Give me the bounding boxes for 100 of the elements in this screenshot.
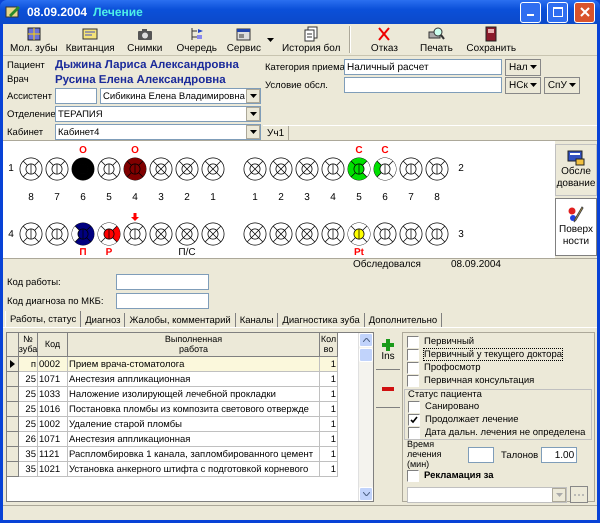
pins-pencil-icon	[567, 206, 585, 224]
tooth-drawing[interactable]	[123, 156, 147, 182]
close-button[interactable]	[574, 2, 595, 22]
tooth-drawing[interactable]	[97, 221, 121, 247]
dropdown-button[interactable]: Нал	[505, 58, 541, 76]
table-cell: 25	[19, 372, 38, 387]
tooth-drawing[interactable]	[425, 221, 449, 247]
tooth-drawing[interactable]	[149, 156, 173, 182]
field-label: Врач	[7, 74, 30, 86]
dropdown-button[interactable]: НСк	[505, 76, 541, 94]
tooth-drawing[interactable]	[97, 156, 121, 182]
tooth-drawing[interactable]	[243, 221, 267, 247]
checkbox[interactable]	[407, 470, 419, 482]
tooth-drawing[interactable]	[45, 221, 69, 247]
side-button[interactable]: Поверх ности	[555, 198, 597, 256]
tab[interactable]: Работы, статус	[5, 311, 82, 327]
checkbox[interactable]	[407, 374, 419, 386]
quadrant-label: 3	[457, 228, 465, 240]
dropdown-button[interactable]: СпУ	[544, 76, 580, 94]
checkbox-label[interactable]: Первичный у текущего доктора	[423, 348, 564, 361]
tooth-drawing[interactable]	[399, 221, 423, 247]
checkbox[interactable]	[408, 426, 420, 438]
field-label: Время лечения (мин)	[407, 440, 443, 470]
checkbox-label[interactable]: Первичная консультация	[423, 374, 536, 387]
toolbar-button[interactable]: Сервис	[222, 24, 277, 55]
checkbox-label[interactable]: Профосмотр	[423, 361, 482, 374]
toolbar-button[interactable]: Снимки	[118, 24, 170, 55]
department-dropdown[interactable]: ТЕРАПИЯ	[55, 106, 261, 122]
checkbox[interactable]	[408, 414, 420, 426]
tooth-drawing[interactable]	[295, 221, 319, 247]
tooth-drawing[interactable]	[321, 221, 345, 247]
group-title: Статус пациента	[408, 389, 483, 400]
tooth-drawing[interactable]	[269, 156, 293, 182]
checkbox-label[interactable]: Санировано	[424, 400, 480, 413]
toolbar-button[interactable]: Печать	[409, 24, 462, 55]
toolbar-button[interactable]: Очередь	[170, 24, 222, 55]
minimize-button[interactable]	[520, 2, 541, 22]
grid-icon	[24, 26, 43, 42]
assistant-dropdown[interactable]: Сибикина Елена Владимировна	[100, 88, 261, 104]
checkbox-label[interactable]: Продолжает лечение	[424, 413, 520, 426]
tooth-drawing[interactable]	[373, 156, 397, 182]
table-cell: Распломбировка 1 канала, запломбированного цемент	[68, 447, 320, 462]
tooth-drawing[interactable]	[373, 221, 397, 247]
checkbox-label[interactable]: Дата дальн. лечения не определена	[424, 426, 586, 439]
input-field[interactable]	[468, 447, 494, 463]
tooth-number: 8	[434, 192, 440, 203]
tooth-drawing[interactable]	[295, 156, 319, 182]
tooth-drawing[interactable]	[45, 156, 69, 182]
tooth-drawing[interactable]	[321, 156, 345, 182]
scroll-down-icon[interactable]	[362, 492, 370, 496]
tooth-number: 4	[330, 192, 336, 203]
scroll-up-icon[interactable]	[362, 338, 370, 342]
tooth-drawing[interactable]	[19, 156, 43, 182]
row-selector[interactable]	[7, 357, 19, 372]
tooth-drawing[interactable]	[175, 156, 199, 182]
tooth-drawing[interactable]	[243, 156, 267, 182]
browse-button[interactable]	[570, 486, 588, 503]
toolbar-button[interactable]: Квитанция	[60, 24, 118, 55]
tooth-drawing[interactable]	[201, 156, 225, 182]
talons-field[interactable]: 1.00	[541, 447, 578, 463]
side-button[interactable]: Обсле дование	[555, 144, 597, 196]
toolbar-button[interactable]: Отказ	[357, 24, 410, 55]
checkbox[interactable]	[408, 400, 420, 412]
tooth-drawing[interactable]	[425, 156, 449, 182]
toolbar-button[interactable]: Мол. зубы	[5, 24, 61, 55]
cabinet-dropdown[interactable]: Кабинет4	[55, 124, 261, 140]
tooth-drawing[interactable]	[71, 156, 95, 182]
condition-field[interactable]	[344, 77, 502, 93]
tooth-drawing[interactable]	[399, 156, 423, 182]
scrollbar[interactable]	[358, 333, 373, 501]
toolbar-button[interactable]: История бол	[276, 24, 344, 55]
checkbox[interactable]	[407, 348, 419, 360]
tooth-drawing[interactable]	[149, 221, 173, 247]
checkbox[interactable]	[407, 336, 419, 348]
tooth-drawing[interactable]	[269, 221, 293, 247]
tooth-number: 6	[80, 192, 86, 203]
tooth-drawing[interactable]	[201, 221, 225, 247]
toolbar-button[interactable]: Сохранить	[461, 24, 520, 55]
tooth-drawing[interactable]	[347, 156, 371, 182]
input-field[interactable]	[55, 88, 97, 104]
checkbox[interactable]	[407, 362, 419, 374]
input-field[interactable]	[116, 274, 209, 290]
category-field[interactable]: Наличный расчет	[344, 59, 502, 75]
tooth-drawing[interactable]	[123, 221, 147, 247]
checkbox-label[interactable]: Первичный	[423, 335, 476, 348]
monitor-icon	[567, 150, 585, 166]
input-field[interactable]	[116, 293, 209, 309]
table-cell: Постановка пломбы из композита светового отверждe	[68, 402, 320, 417]
checkbox-label[interactable]: Рекламация за	[423, 469, 495, 482]
tooth-drawing[interactable]	[347, 221, 371, 247]
table-cell: 1	[320, 357, 338, 372]
maximize-button[interactable]	[547, 2, 568, 22]
tooth-drawing[interactable]	[19, 221, 43, 247]
tooth-number: 1	[210, 192, 216, 203]
tooth-drawing[interactable]	[71, 221, 95, 247]
table-cell: Наложение изолирующей лечебной прокладки	[68, 387, 320, 402]
scroll-thumb[interactable]	[359, 348, 373, 362]
tooth-drawing[interactable]	[175, 221, 199, 247]
table-cell: 1071	[38, 432, 68, 447]
tooth-number: 5	[106, 192, 112, 203]
